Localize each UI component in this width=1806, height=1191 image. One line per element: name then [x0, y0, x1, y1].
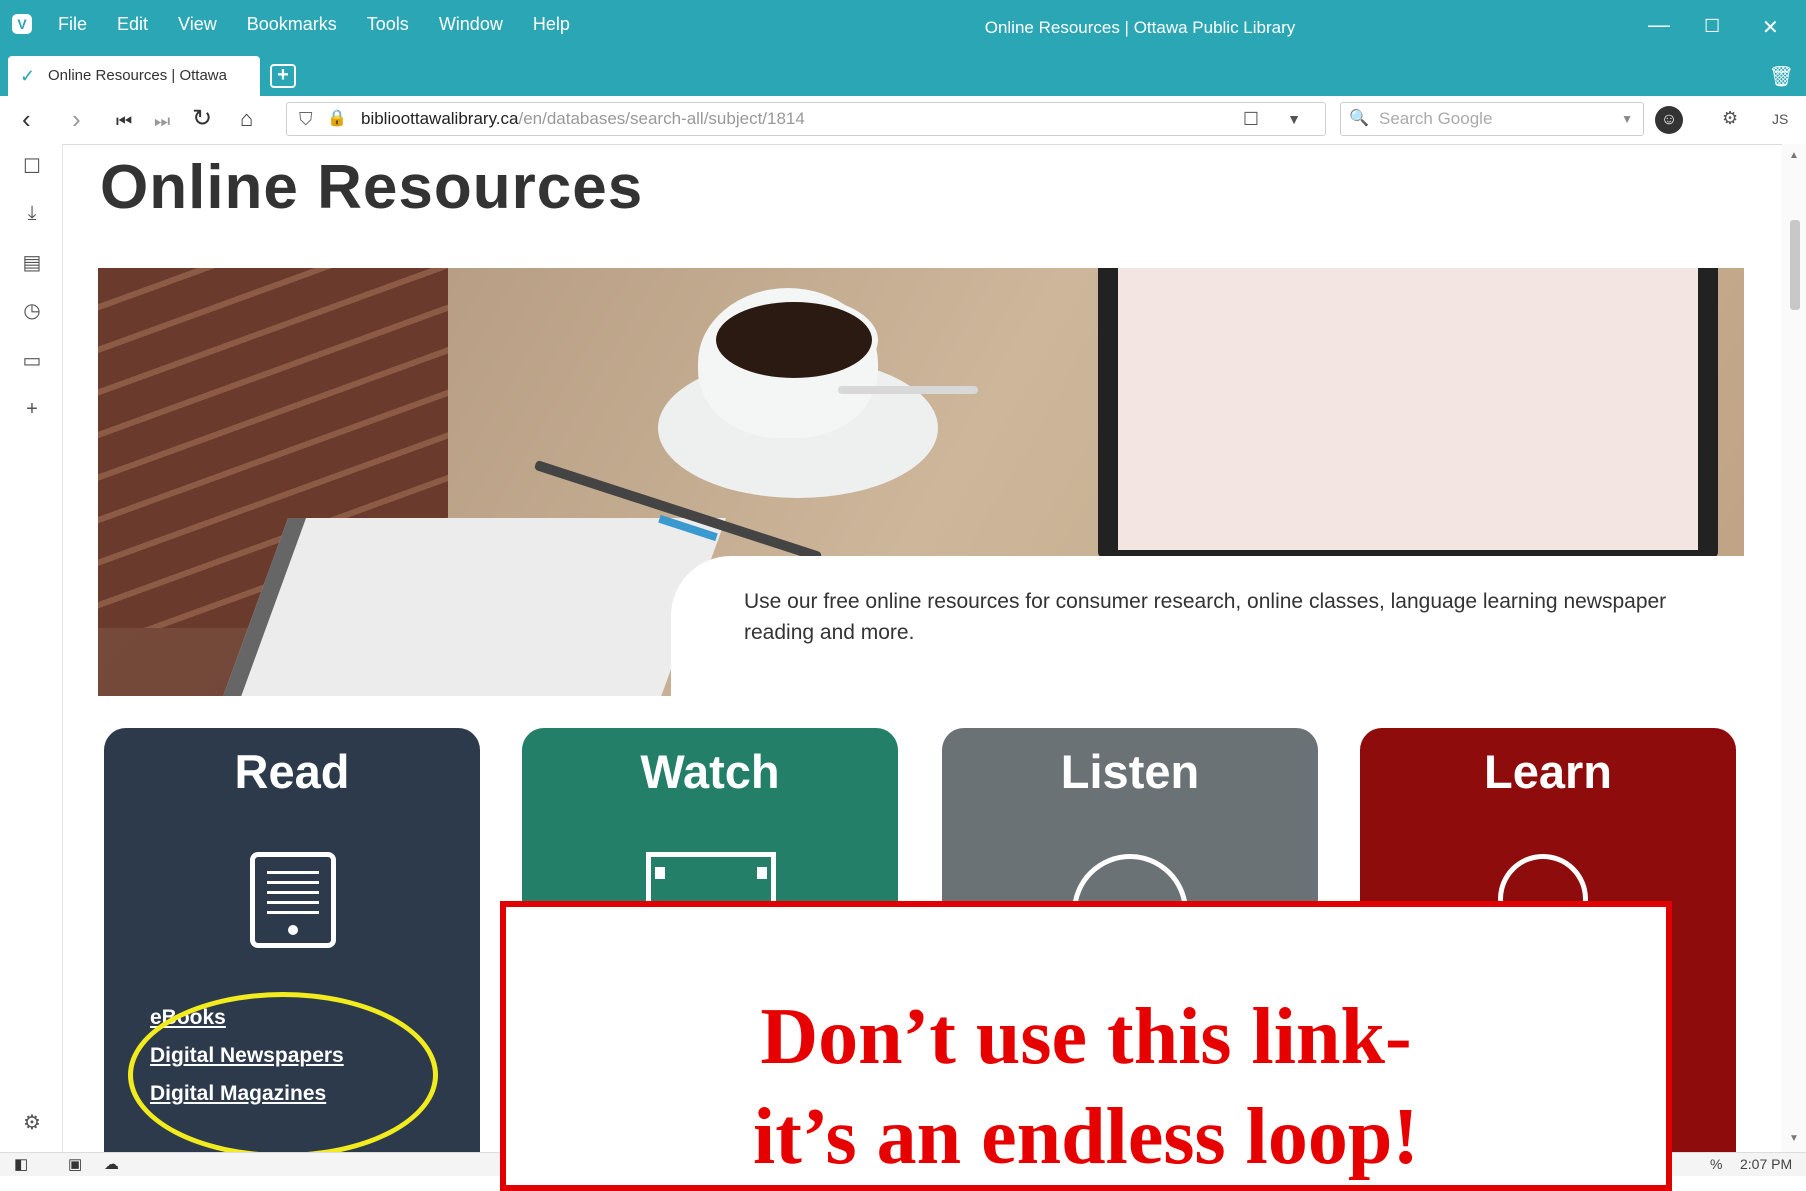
scroll-down-icon[interactable]: ▼: [1789, 1133, 1799, 1144]
warning-callout: Don’t use this link- it’s an endless loo…: [500, 901, 1672, 1191]
home-icon[interactable]: ⌂: [240, 104, 253, 134]
warning-line-2: it’s an endless loop!: [752, 1093, 1419, 1181]
close-button[interactable]: ✕: [1762, 15, 1779, 40]
search-field[interactable]: 🔍 Search Google ▼: [1340, 102, 1644, 136]
search-placeholder: Search Google: [1379, 109, 1493, 128]
menu-view[interactable]: View: [178, 14, 217, 35]
cloud-sync-icon[interactable]: ☁: [104, 1155, 119, 1173]
ebook-reader-icon: [250, 852, 336, 948]
panel-toggle-icon[interactable]: ◧: [14, 1155, 28, 1173]
card-read[interactable]: Read eBooks Digital Newspapers Digital M…: [104, 728, 480, 1152]
warning-text: Don’t use this link- it’s an endless loo…: [506, 987, 1666, 1187]
library-favicon-icon: ✓: [20, 66, 36, 86]
downloads-icon[interactable]: ⤓: [20, 202, 44, 225]
hero-laptop-screen: [1118, 268, 1698, 550]
back-icon[interactable]: ‹: [22, 104, 31, 134]
menu-bookmarks[interactable]: Bookmarks: [247, 14, 337, 35]
chevron-down-icon[interactable]: ▼: [1621, 103, 1633, 135]
scroll-thumb[interactable]: [1790, 220, 1800, 310]
title-bar: V File Edit View Bookmarks Tools Window …: [0, 0, 1806, 56]
vertical-scrollbar[interactable]: ▲ ▼: [1782, 144, 1806, 1152]
extension-icon[interactable]: ⚙: [1722, 108, 1738, 129]
side-panel: ☐ ⤓ ▤ ◷ ▭ + ⚙: [0, 144, 63, 1152]
card-read-title: Read: [234, 745, 350, 798]
hero-caption: Use our free online resources for consum…: [744, 590, 1667, 644]
history-icon[interactable]: ◷: [20, 298, 44, 323]
chevron-down-icon[interactable]: ▼: [1287, 103, 1301, 135]
tab-strip: ✓ Online Resources | Ottawa + 🗑: [0, 56, 1806, 96]
reload-icon[interactable]: ↻: [192, 104, 212, 134]
hero-spoon: [838, 386, 978, 394]
tab-online-resources[interactable]: ✓ Online Resources | Ottawa: [8, 56, 260, 96]
bookmark-icon[interactable]: ☐: [1243, 103, 1259, 135]
menu-help[interactable]: Help: [533, 14, 570, 35]
card-listen-title: Listen: [1060, 745, 1200, 798]
rewind-icon[interactable]: ⏮: [116, 106, 132, 136]
fast-forward-icon[interactable]: ⏭: [154, 106, 170, 136]
tile-icon[interactable]: ▣: [68, 1155, 82, 1173]
forward-icon[interactable]: ›: [72, 104, 81, 134]
card-learn-title: Learn: [1484, 745, 1612, 798]
add-panel-icon[interactable]: +: [20, 398, 44, 421]
settings-gear-icon[interactable]: ⚙: [20, 1110, 44, 1135]
highlight-ellipse: [128, 992, 438, 1152]
hero-banner: Use our free online resources for consum…: [98, 268, 1744, 696]
bookmarks-panel-icon[interactable]: ☐: [20, 154, 44, 179]
notes-icon[interactable]: ▤: [20, 250, 44, 275]
maximize-button[interactable]: ☐: [1704, 16, 1720, 37]
profile-icon[interactable]: ☺: [1655, 106, 1683, 134]
menu-edit[interactable]: Edit: [117, 14, 148, 35]
warning-line-1: Don’t use this link-: [760, 993, 1412, 1081]
tab-label: Online Resources | Ottawa: [48, 67, 227, 84]
new-tab-button[interactable]: +: [270, 64, 296, 88]
address-field[interactable]: ⛉ 🔒 biblioottawalibrary.ca/en/databases/…: [286, 102, 1326, 136]
scroll-up-icon[interactable]: ▲: [1789, 150, 1799, 161]
minimize-button[interactable]: —: [1648, 12, 1670, 38]
zoom-level[interactable]: %: [1710, 1156, 1722, 1172]
menu-window[interactable]: Window: [439, 14, 503, 35]
lock-icon[interactable]: 🔒: [327, 103, 347, 135]
trash-icon[interactable]: 🗑: [1769, 64, 1794, 89]
hero-coffee: [710, 296, 878, 384]
shield-icon[interactable]: ⛉: [299, 103, 313, 135]
window-title: Online Resources | Ottawa Public Library: [984, 18, 1296, 37]
card-watch-title: Watch: [640, 745, 780, 798]
window-panel-icon[interactable]: ▭: [20, 348, 44, 373]
menu-file[interactable]: File: [58, 14, 87, 35]
status-clock: 2:07 PM: [1740, 1156, 1793, 1172]
page-title: Online Resources: [100, 153, 644, 222]
vivaldi-logo-icon[interactable]: V: [12, 14, 32, 34]
search-icon[interactable]: 🔍: [1349, 103, 1369, 135]
url-host: biblioottawalibrary.ca: [361, 109, 519, 128]
url-path: /en/databases/search-all/subject/1814: [518, 109, 805, 128]
hero-notebook: [207, 518, 727, 696]
navigation-bar: ‹ › ⏮ ⏭ ↻ ⌂ ⛉ 🔒 biblioottawalibrary.ca/e…: [0, 96, 1806, 145]
menu-bar: File Edit View Bookmarks Tools Window He…: [58, 14, 600, 35]
user-initials[interactable]: JS: [1772, 111, 1788, 127]
menu-tools[interactable]: Tools: [367, 14, 409, 35]
